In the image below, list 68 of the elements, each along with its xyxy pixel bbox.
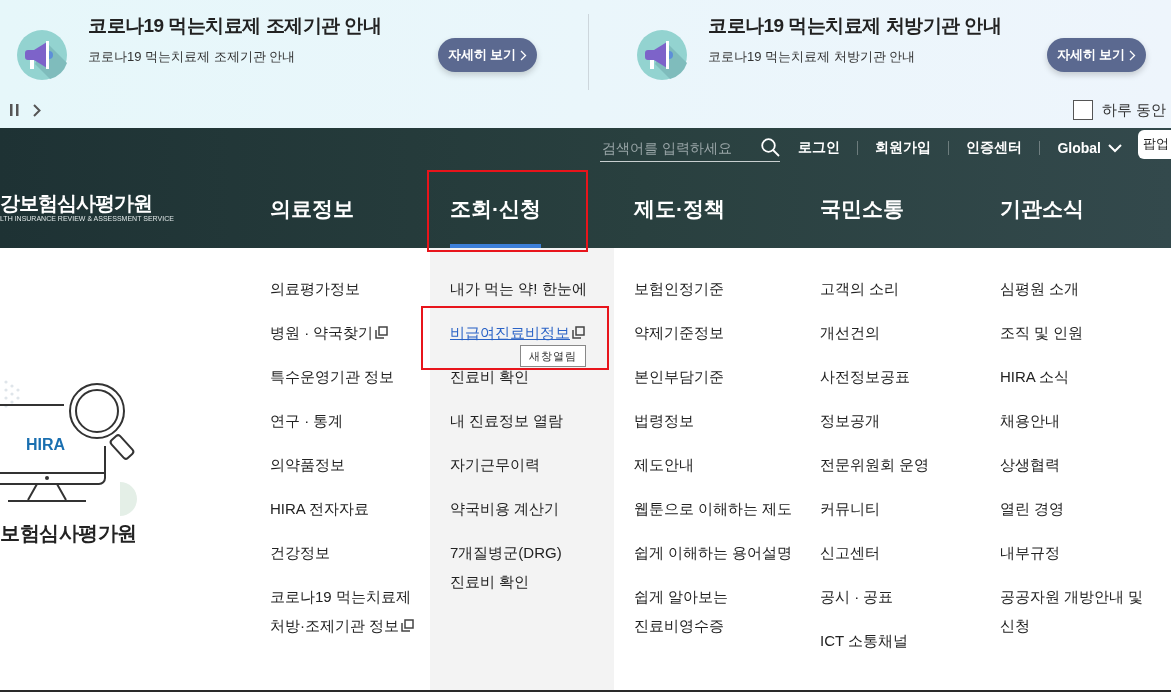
menu-link[interactable]: 약국비용 계산기 [450,494,560,523]
menu-link[interactable]: 전문위원회 운영 [820,450,930,479]
menu-link[interactable]: 연구 · 통계 [270,406,344,435]
menu-link[interactable]: 공시 · 공표 [820,582,894,611]
menu-link[interactable]: 사전정보공표 [820,362,910,391]
megaphone-icon [17,30,67,80]
menu-link[interactable]: 조직 및 인원 [1000,318,1084,347]
search-field[interactable]: 검색어를 입력하세요 [600,134,781,162]
menu-link[interactable]: 열린 경영 [1000,494,1065,523]
menu-link[interactable]: 상생협력 [1000,450,1060,479]
header-link[interactable]: 회원가입 [875,139,932,157]
nav-tab[interactable]: 제도·정책 [634,168,725,248]
menu-link[interactable]: HIRA 소식 [1000,362,1070,391]
menu-link[interactable]: 제도안내 [634,450,694,479]
header-link[interactable]: 로그인 [798,139,841,157]
nav-tab[interactable]: 기관소식 [1000,168,1084,248]
menu-link[interactable]: 심평원 소개 [1000,274,1080,303]
megaphone-icon [637,30,687,80]
logo-name: 강보험심사평가원 [0,192,153,214]
notice-subtitle: 코로나19 먹는치료제 조제기관 안내 [88,48,297,66]
menu-link[interactable]: 건강정보 [270,538,330,567]
menu-link[interactable]: 의료평가정보 [270,274,360,303]
checkbox[interactable] [1072,100,1093,120]
nav-tab[interactable]: 의료정보 [270,168,354,248]
menu-link[interactable]: 내 진료정보 열람 [450,406,564,435]
popup-tab[interactable]: 팝업 [1138,130,1171,159]
next-icon [33,103,41,117]
chevron-right-icon [1129,49,1137,61]
menu-link[interactable]: 개선건의 [820,318,880,347]
menu-link[interactable]: 본인부담기준 [634,362,724,391]
menu-link[interactable]: 코로나19 먹는치료제 처방·조제기관 정보 [270,582,426,640]
header-link[interactable]: 인증센터 [966,139,1023,157]
notice-subtitle: 코로나19 먹는치료제 처방기관 안내 [708,48,917,66]
menu-link[interactable]: 커뮤니티 [820,494,880,523]
menu-link[interactable]: 법령정보 [634,406,694,435]
menu-link[interactable]: 채용안내 [1000,406,1060,435]
menu-link[interactable]: ICT 소통채널 [820,626,909,655]
menu-link[interactable]: 약제기준정보 [634,318,724,347]
menu-link[interactable]: 웹툰으로 이해하는 제도 [634,494,793,523]
details-button[interactable]: 자세히 보기 [438,38,537,72]
checkbox-label: 하루 동안 [1101,100,1166,120]
menu-link[interactable]: 쉽게 알아보는 진료비영수증 [634,582,796,640]
notice-title: 코로나19 먹는치료제 조제기관 안내 [88,14,383,38]
menu-link[interactable]: 내부규정 [1000,538,1060,567]
menu-link[interactable]: 공공자원 개방안내 및 신청 [1000,582,1167,640]
caption: 보험심사평가원 [0,521,137,546]
details-button[interactable]: 자세히 보기 [1047,38,1146,72]
nav-tab[interactable]: 국민소통 [820,168,904,248]
menu-link[interactable]: 쉽게 이해하는 용어설명 [634,538,793,567]
logo-text: HIRA [26,436,66,453]
menu-link[interactable]: HIRA 전자자료 [270,494,370,523]
pause-icon [10,104,19,116]
menu-link[interactable]: 내가 먹는 약! 한눈에 [450,274,587,303]
tooltip: 새창열림 [520,345,586,367]
menu-link[interactable]: 의약품정보 [270,450,345,479]
menu-link[interactable]: 보험인정기준 [634,274,724,303]
menu-link[interactable]: 병원 · 약국찾기 [270,318,389,347]
chevron-down-icon [1108,143,1122,153]
menu-link[interactable]: 자기근무이력 [450,450,540,479]
search-icon [761,138,781,157]
header-link[interactable]: Global [1057,140,1122,156]
menu-link[interactable]: 7개질병군(DRG) 진료비 확인 [450,538,610,596]
menu-link[interactable]: 고객의 소리 [820,274,900,303]
chevron-right-icon [520,49,528,61]
menu-link[interactable]: 정보공개 [820,406,880,435]
notice-title: 코로나19 먹는치료제 처방기관 안내 [708,14,1003,38]
menu-link[interactable]: 특수운영기관 정보 [270,362,395,391]
menu-link[interactable]: 신고센터 [820,538,880,567]
